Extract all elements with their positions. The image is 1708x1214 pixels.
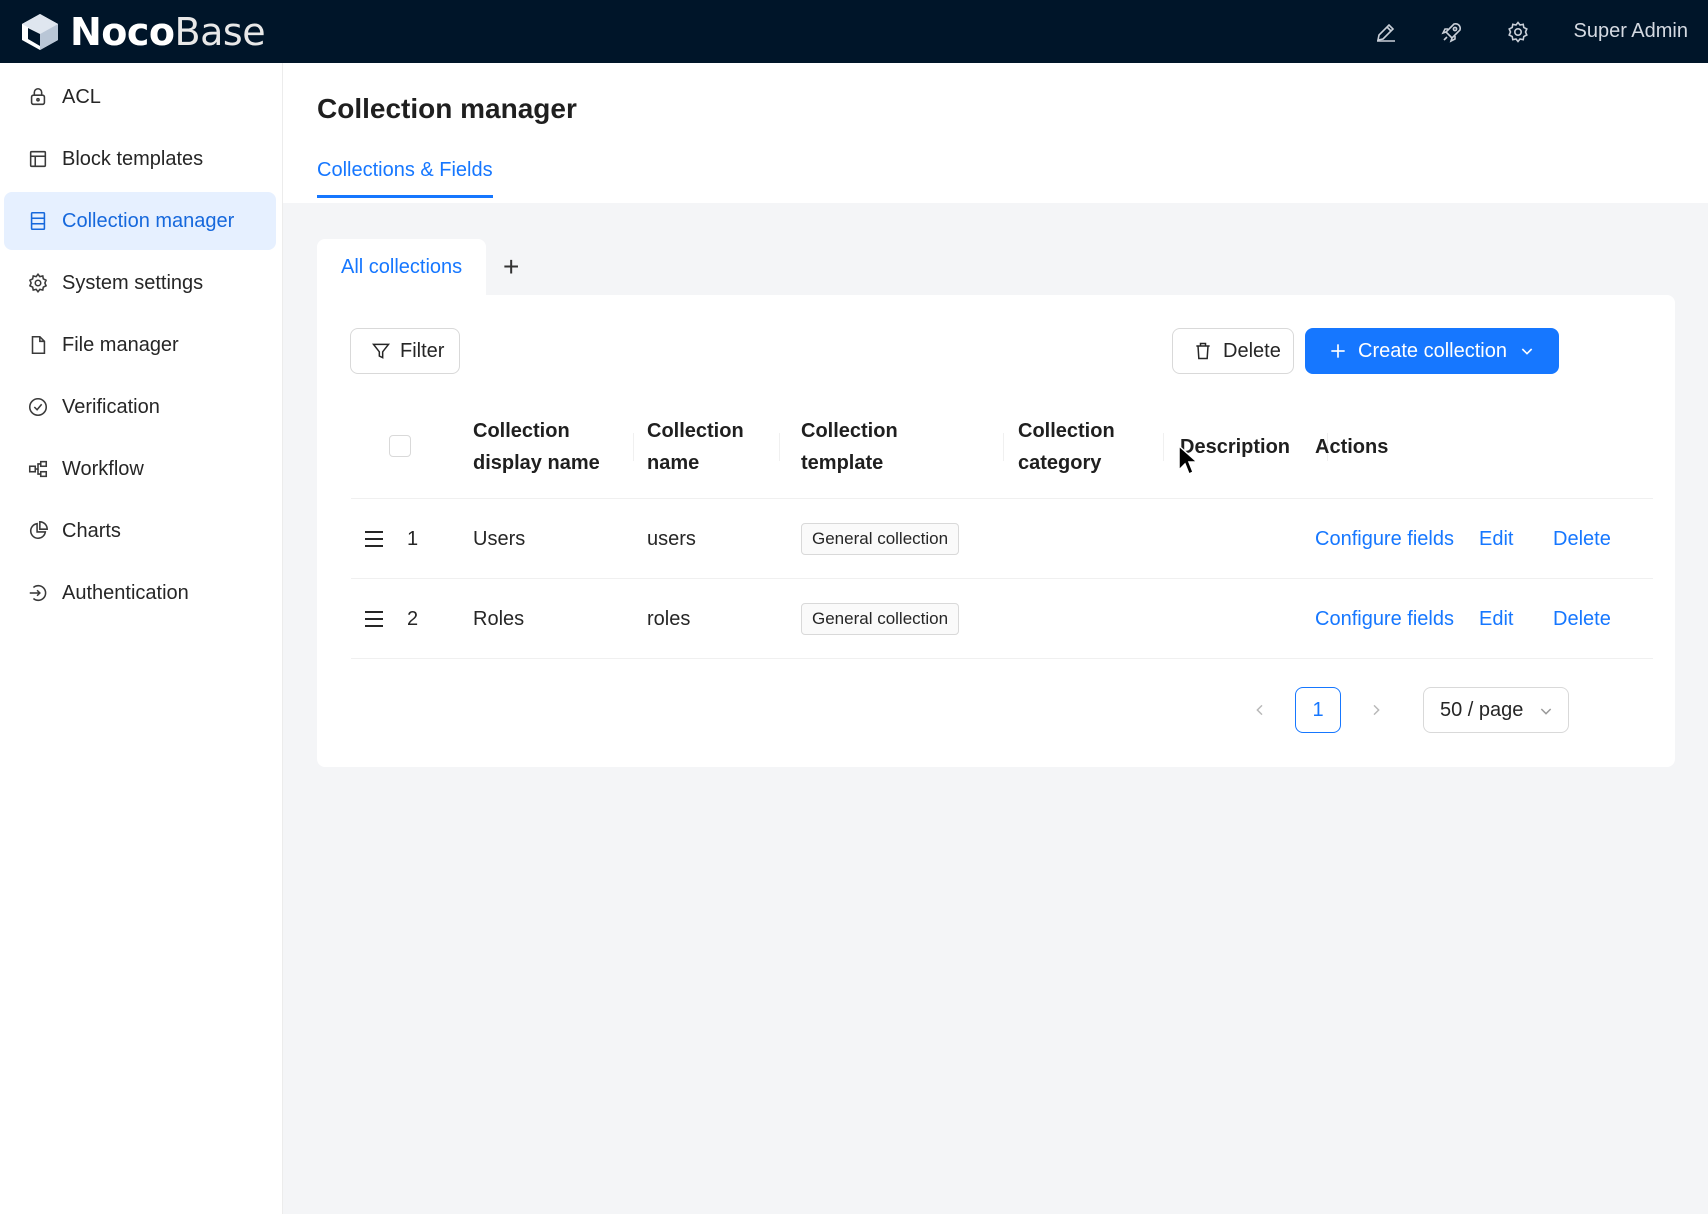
page-header: Collection manager Collections & Fields [283,63,1708,203]
drag-handle-icon[interactable] [363,527,385,551]
header-collection-template[interactable]: Collection template [801,395,898,499]
delete-link[interactable]: Delete [1553,579,1611,659]
settings-gear-icon[interactable] [1485,0,1551,63]
delete-link[interactable]: Delete [1553,499,1611,579]
chevron-down-icon [1540,708,1552,715]
pie-chart-icon [26,519,50,543]
configure-fields-link[interactable]: Configure fields [1315,579,1454,659]
table-row: 1 Users users General collection Configu… [351,499,1653,579]
header-collection-name[interactable]: Collection name [647,395,744,499]
database-icon [26,209,50,233]
filter-icon [371,343,391,359]
trash-icon [1196,342,1210,360]
sidebar-item-label: Authentication [62,581,189,604]
chevron-down-icon [1521,348,1533,355]
main-content: Collection manager Collections & Fields … [283,63,1708,1214]
header-collection-category[interactable]: Collection category [1018,395,1115,499]
drag-handle-icon[interactable] [363,607,385,631]
table-header: Collection display name Collection name Co… [351,395,1653,499]
table-row: 2 Roles roles General collection Configu… [351,579,1653,659]
plugins-rocket-icon[interactable] [1419,0,1485,63]
layout-icon [26,147,50,171]
prev-page-button[interactable] [1237,687,1283,733]
gear-icon [26,271,50,295]
sidebar-item-label: Verification [62,395,160,418]
row-index: 2 [407,607,419,630]
sidebar-item-charts[interactable]: Charts [4,502,276,560]
check-circle-icon [26,395,50,419]
select-all-checkbox[interactable] [389,435,411,457]
filter-button[interactable]: Filter [350,328,460,374]
plus-icon [1331,344,1345,358]
cell-collection-name: roles [647,607,691,630]
brand-name: NocoBase [70,9,266,54]
sidebar-item-file-manager[interactable]: File manager [4,316,276,374]
configure-fields-link[interactable]: Configure fields [1315,499,1454,579]
sidebar-item-label: Charts [62,519,121,542]
current-user[interactable]: Super Admin [1573,20,1688,43]
sidebar-item-label: File manager [62,333,179,356]
sidebar-item-label: Block templates [62,147,204,170]
sidebar-item-acl[interactable]: ACL [4,68,276,126]
sidebar-item-label: Collection manager [62,209,235,232]
cell-collection-name: users [647,527,696,550]
sidebar-item-block-templates[interactable]: Block templates [4,130,276,188]
sidebar: ACL Block templates Collection manager S… [0,63,283,1214]
login-icon [26,581,50,605]
tab-collections-fields[interactable]: Collections & Fields [317,159,493,198]
template-tag: General collection [801,523,960,555]
cell-template: General collection [801,579,960,659]
sidebar-item-system-settings[interactable]: System settings [4,254,276,312]
pagination: 1 50 / page [1237,687,1569,733]
cell-display-name: Roles [473,607,525,630]
chevron-right-icon [1373,704,1380,716]
workflow-icon [26,457,50,481]
add-category-button[interactable]: + [486,239,536,295]
cell-display-name: Users [473,527,526,550]
create-collection-button[interactable]: Create collection [1305,328,1559,374]
row-index: 1 [407,527,419,550]
header-display-name[interactable]: Collection display name [473,395,600,499]
page-number-button[interactable]: 1 [1295,687,1341,733]
collections-table-card: Filter Delete Create collection Collecti… [317,295,1675,767]
file-icon [26,333,50,357]
sidebar-item-label: ACL [62,85,101,108]
mouse-cursor-icon [1178,444,1199,476]
tab-all-collections[interactable]: All collections [317,239,487,295]
nocobase-logo[interactable]: NocoBase [18,9,266,54]
chevron-left-icon [1256,704,1263,716]
header-actions: Actions [1315,436,1389,458]
lock-icon [26,85,50,109]
logo-icon [22,13,58,50]
sidebar-item-workflow[interactable]: Workflow [4,440,276,498]
sidebar-item-label: System settings [62,271,204,294]
edit-link[interactable]: Edit [1479,499,1513,579]
design-mode-icon[interactable] [1353,0,1419,63]
edit-link[interactable]: Edit [1479,579,1513,659]
page-size-select[interactable]: 50 / page [1423,687,1569,733]
sidebar-item-authentication[interactable]: Authentication [4,564,276,622]
page-title: Collection manager [317,93,577,124]
collection-category-tabs: All collections + [317,239,536,295]
sidebar-item-collection-manager[interactable]: Collection manager [4,192,276,250]
template-tag: General collection [801,603,960,635]
bulk-delete-button[interactable]: Delete [1172,328,1294,374]
sidebar-item-label: Workflow [62,457,144,480]
sidebar-item-verification[interactable]: Verification [4,378,276,436]
cell-template: General collection [801,499,960,579]
top-header: NocoBase Super Admin [0,0,1708,63]
next-page-button[interactable] [1353,687,1399,733]
